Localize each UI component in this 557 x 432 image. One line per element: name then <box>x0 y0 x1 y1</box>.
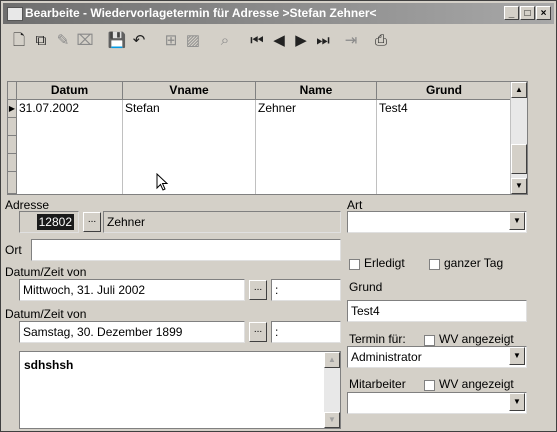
art-label: Art <box>347 198 363 212</box>
window-title: Bearbeite - Wiedervorlagetermin für Adre… <box>25 6 377 20</box>
memo-scrollbar[interactable]: ▲ ▼ <box>324 352 340 428</box>
exit-icon[interactable]: ⇥ <box>341 31 361 51</box>
datum-von-input[interactable]: Mittwoch, 31. Juli 2002 <box>19 279 245 301</box>
zeit-von-input[interactable]: : <box>271 279 341 301</box>
termin-fuer-select[interactable]: Administrator <box>347 346 527 368</box>
close-button[interactable]: × <box>536 6 551 20</box>
scroll-up-icon[interactable]: ▲ <box>324 352 340 368</box>
scroll-thumb[interactable] <box>511 144 527 174</box>
adresse-name-field[interactable]: Zehner <box>103 211 341 233</box>
row-indicator[interactable] <box>8 136 17 154</box>
datum-von-picker-button[interactable]: ... <box>249 280 267 300</box>
art-select[interactable] <box>347 211 527 233</box>
save-icon[interactable]: 💾 <box>107 31 127 51</box>
row-pointer-icon[interactable]: ▶ <box>8 100 17 118</box>
edit-record-icon[interactable]: ▨ <box>183 31 203 51</box>
termin-wv-angezeigt-label: WV angezeigt <box>439 332 514 346</box>
ganzer-tag-checkbox[interactable] <box>429 259 440 270</box>
ort-input[interactable] <box>31 239 341 261</box>
previous-record-icon[interactable]: ◀ <box>269 31 289 51</box>
minimize-button[interactable]: _ <box>504 6 519 20</box>
maximize-button[interactable]: □ <box>520 6 535 20</box>
last-record-icon[interactable]: ⏭ <box>313 31 333 51</box>
edit-icon[interactable]: ✎ <box>53 31 73 51</box>
cell-datum[interactable]: 31.07.2002 <box>17 100 123 118</box>
delete-icon[interactable]: ⌧ <box>75 31 95 51</box>
zeit-bis-input[interactable]: : <box>271 321 341 343</box>
toolbar: 🗋 ⧉ ✎ ⌧ 💾 ↶ ⊞ ▨ ⌕ ⏮ ◀ ▶ ⏭ ⇥ ⎙ <box>3 26 554 56</box>
termin-fuer-label: Termin für: <box>349 332 406 346</box>
erledigt-checkbox[interactable] <box>349 259 360 270</box>
grid-scrollbar[interactable]: ▲ ▼ <box>510 82 527 194</box>
scroll-down-icon[interactable]: ▼ <box>324 412 340 428</box>
grund-input[interactable]: Test4 <box>347 300 527 322</box>
appointments-grid: Datum Vname Name Grund ▶ 31.07.2002 Stef… <box>7 81 528 195</box>
new-icon[interactable]: 🗋 <box>9 31 29 51</box>
mitarbeiter-label: Mitarbeiter <box>349 377 406 391</box>
title-bar: Bearbeite - Wiedervorlagetermin für Adre… <box>3 3 554 24</box>
undo-icon[interactable]: ↶ <box>129 31 149 51</box>
memo-text: sdhshsh <box>24 358 74 372</box>
adresse-label: Adresse <box>5 198 50 212</box>
column-header-name[interactable]: Name <box>256 82 377 100</box>
print-icon[interactable]: ⎙ <box>371 31 391 51</box>
mouse-cursor-icon <box>156 173 169 191</box>
first-record-icon[interactable]: ⏮ <box>247 31 267 51</box>
notes-memo[interactable]: sdhshsh ▲ ▼ <box>19 351 341 429</box>
cell-name[interactable]: Zehner <box>256 100 377 118</box>
adresse-id-value: 12802 <box>36 214 74 230</box>
adresse-browse-button[interactable]: ... <box>83 212 101 232</box>
row-indicator[interactable] <box>8 118 17 136</box>
datum-bis-input[interactable]: Samstag, 30. Dezember 1899 <box>19 321 245 343</box>
ganzer-tag-label: ganzer Tag <box>444 256 504 270</box>
datum-zeit-bis-label: Datum/Zeit von <box>5 307 87 321</box>
dialog-window: Bearbeite - Wiedervorlagetermin für Adre… <box>0 0 557 432</box>
adresse-id-field[interactable]: 12802 <box>19 211 79 233</box>
datum-zeit-von-label: Datum/Zeit von <box>5 265 87 279</box>
erledigt-label: Erledigt <box>364 256 405 270</box>
row-indicator[interactable] <box>8 172 17 194</box>
column-header-grund[interactable]: Grund <box>377 82 512 100</box>
mitarbeiter-dropdown-icon[interactable]: ▼ <box>509 393 525 411</box>
termin-fuer-dropdown-icon[interactable]: ▼ <box>509 347 525 365</box>
termin-wv-angezeigt-checkbox[interactable] <box>424 335 435 346</box>
window-icon <box>7 7 23 21</box>
cell-vname[interactable]: Stefan <box>123 100 256 118</box>
scroll-down-icon[interactable]: ▼ <box>511 178 527 194</box>
column-header-datum[interactable]: Datum <box>17 82 123 100</box>
mitarbeiter-select[interactable] <box>347 392 527 414</box>
copy-icon[interactable]: ⧉ <box>31 31 51 51</box>
insert-icon[interactable]: ⊞ <box>161 31 181 51</box>
datum-bis-picker-button[interactable]: ... <box>249 322 267 342</box>
row-indicator[interactable] <box>8 154 17 172</box>
scroll-up-icon[interactable]: ▲ <box>511 82 527 98</box>
grid-corner <box>8 82 17 100</box>
cell-grund[interactable]: Test4 <box>377 100 512 118</box>
find-icon[interactable]: ⌕ <box>215 31 235 51</box>
art-dropdown-icon[interactable]: ▼ <box>509 212 525 230</box>
next-record-icon[interactable]: ▶ <box>291 31 311 51</box>
mitarbeiter-wv-angezeigt-checkbox[interactable] <box>424 380 435 391</box>
mitarbeiter-wv-angezeigt-label: WV angezeigt <box>439 377 514 391</box>
column-header-vname[interactable]: Vname <box>123 82 256 100</box>
ort-label: Ort <box>5 243 22 257</box>
grund-label: Grund <box>349 280 383 294</box>
